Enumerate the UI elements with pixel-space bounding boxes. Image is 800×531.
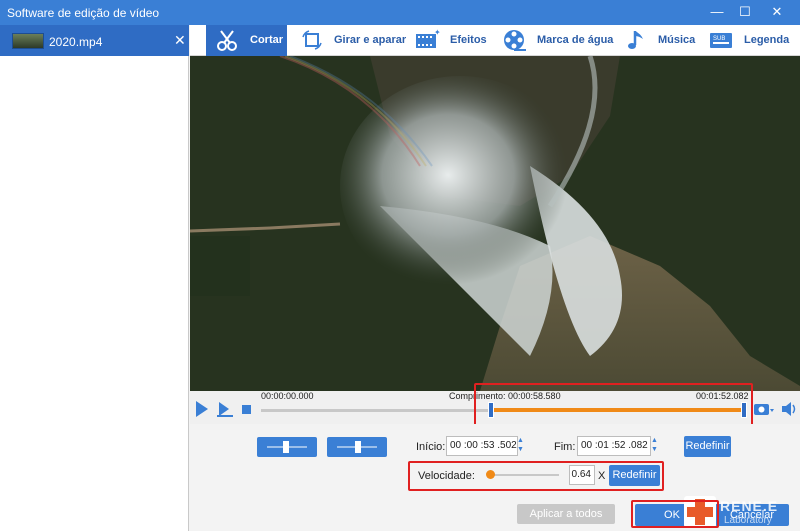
start-time-input[interactable]: 00 :00 :53 .502 xyxy=(446,436,518,456)
speed-highlight xyxy=(408,461,664,491)
tab-watermark-label: Marca de água xyxy=(537,34,614,46)
remove-file-icon[interactable]: ✕ xyxy=(174,32,186,49)
title-bar: Software de edição de vídeo — ☐ ✕ xyxy=(0,0,800,25)
marker-right-icon xyxy=(337,441,377,453)
start-label: Início: xyxy=(416,441,446,453)
stop-icon[interactable] xyxy=(242,405,251,414)
marker-left-icon xyxy=(267,441,307,453)
volume-icon[interactable] xyxy=(781,401,797,417)
timeline-start-time: 00:00:00.000 xyxy=(261,391,314,401)
tab-music-label: Música xyxy=(658,34,696,46)
film-effects-icon: ✦ xyxy=(416,28,440,48)
timeline-highlight xyxy=(474,383,753,427)
tab-rotate-crop[interactable]: Girar e aparar xyxy=(298,25,406,56)
tab-subtitle[interactable]: SUB Legenda xyxy=(706,25,796,56)
edit-toolbar: Cortar Girar e aparar ✦ Efeitos Marca de… xyxy=(190,25,800,56)
tab-watermark[interactable]: Marca de água xyxy=(502,25,614,56)
play-selection-icon[interactable] xyxy=(217,401,233,417)
window-title: Software de edição de vídeo xyxy=(7,6,160,20)
tab-cut-label: Cortar xyxy=(250,34,284,46)
tab-cut[interactable]: Cortar xyxy=(206,25,287,56)
watermark-sub: Laboratory xyxy=(724,515,772,526)
film-reel-icon xyxy=(504,30,526,51)
close-button[interactable]: ✕ xyxy=(768,4,786,20)
video-frame-image xyxy=(190,56,800,391)
svg-text:SUB: SUB xyxy=(713,36,725,42)
apply-all-button[interactable]: Aplicar a todos xyxy=(517,504,615,524)
set-end-button[interactable] xyxy=(327,437,387,457)
video-preview[interactable] xyxy=(190,56,800,391)
tab-music[interactable]: Música xyxy=(624,25,696,56)
svg-text:✦: ✦ xyxy=(434,28,440,37)
music-note-icon xyxy=(628,31,643,49)
file-item[interactable]: 2020.mp4 ✕ xyxy=(0,25,189,56)
minimize-button[interactable]: — xyxy=(708,4,726,20)
reset-trim-button[interactable]: Redefinir xyxy=(684,436,731,457)
watermark-brand: RENE.E xyxy=(720,498,779,514)
camera-icon[interactable] xyxy=(753,401,775,417)
ok-highlight xyxy=(631,500,719,528)
end-label: Fim: xyxy=(554,441,576,453)
tab-effects[interactable]: ✦ Efeitos xyxy=(412,25,492,56)
maximize-button[interactable]: ☐ xyxy=(736,4,754,20)
start-time-stepper[interactable]: ▲ ▼ xyxy=(516,436,525,456)
tab-effects-label: Efeitos xyxy=(450,34,487,46)
file-name: 2020.mp4 xyxy=(49,35,103,49)
tab-subtitle-label: Legenda xyxy=(744,34,790,46)
play-icon[interactable] xyxy=(195,401,209,417)
scissors-icon xyxy=(217,30,237,51)
video-thumbnail xyxy=(12,33,44,49)
end-time-input[interactable]: 00 :01 :52 .082 xyxy=(577,436,651,456)
subtitle-icon: SUB xyxy=(710,33,732,48)
end-time-stepper[interactable]: ▲ ▼ xyxy=(650,436,659,456)
file-list: 2020.mp4 ✕ xyxy=(0,25,189,531)
crop-rotate-icon xyxy=(302,30,322,50)
tab-rotate-crop-label: Girar e aparar xyxy=(334,34,407,46)
set-start-button[interactable] xyxy=(257,437,317,457)
